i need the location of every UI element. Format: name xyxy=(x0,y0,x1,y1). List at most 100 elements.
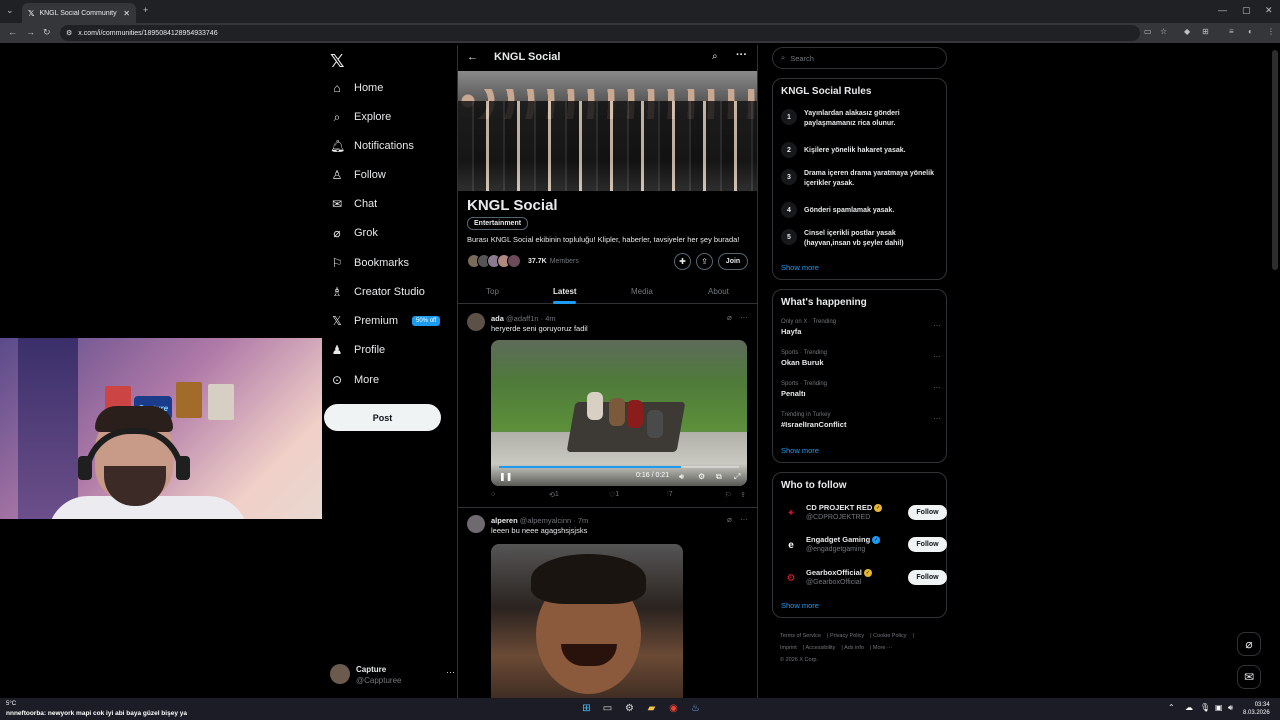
footer-link[interactable]: Accessibility xyxy=(805,645,835,651)
windows-start-icon[interactable]: ⊞ xyxy=(580,702,593,715)
join-button[interactable]: Join xyxy=(718,253,748,270)
cast-icon[interactable]: ▭ xyxy=(1144,27,1152,36)
mic-icon[interactable]: 🎙︎ xyxy=(1200,703,1210,712)
repost-button[interactable]: ⟲ 1 xyxy=(549,491,559,499)
follow-suggestion[interactable]: e Engadget Gaming ✓ @engadgetgaming Follo… xyxy=(781,533,947,557)
profile-icon[interactable]: ◐ xyxy=(1248,27,1253,36)
category-pill[interactable]: Entertainment xyxy=(467,217,529,230)
more-icon[interactable]: ··· xyxy=(933,352,941,361)
task-view-icon[interactable]: ▭ xyxy=(601,702,614,715)
post-item[interactable]: ada @adaff1n · 4m ⌀ ··· heryerde seni go… xyxy=(458,307,757,507)
pip-icon[interactable]: ⧉ xyxy=(716,472,722,482)
footer-link[interactable]: Terms of Service xyxy=(780,633,821,639)
tab-latest[interactable]: Latest xyxy=(553,287,577,296)
nav-creator-studio[interactable]: ♗ Creator Studio xyxy=(330,281,425,303)
nav-more[interactable]: ⊙ More xyxy=(330,369,379,391)
system-clock[interactable]: 03:34 8.03.2026 xyxy=(1243,701,1270,717)
browser-tab[interactable]: 𝕏 KNGL Social Community / X ✕ xyxy=(22,3,136,23)
trend-item[interactable]: Sports · Trending Okan Buruk ··· xyxy=(781,350,941,367)
bookmark-star-icon[interactable]: ☆ xyxy=(1160,27,1167,36)
search-input[interactable]: ⌕ Search xyxy=(772,47,947,69)
grok-icon[interactable]: ⌀ xyxy=(727,515,732,524)
follow-button[interactable]: Follow xyxy=(908,537,947,552)
file-explorer-icon[interactable]: ▰ xyxy=(645,702,658,715)
more-icon[interactable]: ··· xyxy=(933,321,941,330)
post-item[interactable]: alperen @alpemyalcinn · 7m ⌀ ··· leeen b… xyxy=(458,509,757,698)
more-icon[interactable]: ··· xyxy=(740,313,748,322)
bookmark-icon[interactable]: ⚐ xyxy=(725,491,731,499)
url-field[interactable]: ⚙ x.com/i/communities/189508412895493374… xyxy=(60,25,1140,41)
rules-show-more[interactable]: Show more xyxy=(781,263,819,272)
nav-notifications[interactable]: 🔔︎ Notifications xyxy=(330,135,414,157)
footer-link[interactable]: Privacy Policy xyxy=(830,633,864,639)
reading-list-icon[interactable]: ≡ xyxy=(1229,27,1234,36)
tab-about[interactable]: About xyxy=(708,287,729,296)
tab-list-icon[interactable]: ⌄ xyxy=(6,5,14,16)
like-button[interactable]: ♡ 1 xyxy=(609,491,619,499)
share-icon[interactable]: ⇪ xyxy=(740,491,746,499)
pause-icon[interactable]: ❚❚ xyxy=(499,472,512,481)
post-button[interactable]: Post xyxy=(324,404,441,431)
network-icon[interactable]: ▣ xyxy=(1215,703,1223,712)
follow-suggestion[interactable]: ⚙ GearboxOfficial ✓ @GearboxOfficial Foll… xyxy=(781,566,947,590)
nav-follow[interactable]: ♙ Follow xyxy=(330,164,386,186)
x-logo-icon[interactable]: 𝕏 xyxy=(330,51,345,72)
video-progress[interactable] xyxy=(499,466,739,468)
menu-icon[interactable]: ⋮ xyxy=(1267,27,1275,36)
tab-media[interactable]: Media xyxy=(631,287,653,296)
nav-home[interactable]: ⌂ Home xyxy=(330,77,383,99)
nav-bookmarks[interactable]: ⚐ Bookmarks xyxy=(330,252,409,274)
maximize-icon[interactable]: ▢ xyxy=(1242,5,1251,16)
grok-float-icon[interactable]: ⌀ xyxy=(1237,632,1261,656)
nav-grok[interactable]: ⌀ Grok xyxy=(330,222,377,244)
trend-item[interactable]: Only on X · Trending Hayfa ··· xyxy=(781,319,941,336)
minimize-icon[interactable]: — xyxy=(1218,5,1227,15)
reply-icon[interactable]: ○ xyxy=(491,491,495,498)
footer-link[interactable]: Ads info xyxy=(844,645,864,651)
footer-link[interactable]: More ··· xyxy=(873,645,893,651)
grok-icon[interactable]: ⌀ xyxy=(727,313,732,322)
close-tab-icon[interactable]: ✕ xyxy=(123,9,130,18)
wtf-show-more[interactable]: Show more xyxy=(781,601,819,610)
forward-icon[interactable]: → xyxy=(26,27,35,37)
members-count[interactable]: 37.7K Members xyxy=(528,258,579,265)
tab-top[interactable]: Top xyxy=(486,287,499,296)
follow-button[interactable]: Follow xyxy=(908,505,947,520)
weather-widget[interactable]: 5°C xyxy=(6,701,16,707)
more-icon[interactable]: ··· xyxy=(736,49,747,61)
volume-icon[interactable]: 🔊︎ xyxy=(679,472,684,482)
avatar[interactable] xyxy=(467,515,485,533)
settings-icon[interactable]: ⚙ xyxy=(698,472,705,481)
app-icon[interactable]: ⚙ xyxy=(623,702,636,715)
chrome-icon[interactable]: ◉ xyxy=(667,702,680,715)
more-icon[interactable]: ··· xyxy=(740,515,748,524)
nav-profile[interactable]: ♟ Profile xyxy=(330,339,386,361)
post-image[interactable] xyxy=(491,544,683,698)
reload-icon[interactable]: ↻ xyxy=(43,27,51,38)
share-icon[interactable]: ⇪ xyxy=(696,253,713,270)
extension-icon[interactable]: ◆ xyxy=(1184,27,1190,36)
scrollbar[interactable] xyxy=(1272,50,1278,270)
more-icon[interactable]: ··· xyxy=(446,667,455,677)
post-video[interactable]: ❚❚ 0:16 / 0:21 🔊︎ ⚙ ⧉ ⤢ xyxy=(491,340,747,486)
tray-expand-icon[interactable]: ⌃ xyxy=(1168,703,1175,712)
trend-item[interactable]: Sports · Trending Penaltı ··· xyxy=(781,381,941,398)
post-author[interactable]: ada xyxy=(491,314,504,323)
footer-link[interactable]: Imprint xyxy=(780,645,797,651)
fullscreen-icon[interactable]: ⤢ xyxy=(734,472,740,482)
search-icon[interactable]: ⌕ xyxy=(712,51,718,62)
invite-icon[interactable]: ✚ xyxy=(674,253,691,270)
trend-item[interactable]: Trending in Turkey #IsraelIranConflict ··· xyxy=(781,412,941,429)
close-window-icon[interactable]: ✕ xyxy=(1265,5,1273,16)
back-icon[interactable]: ← xyxy=(8,27,17,37)
account-switcher[interactable]: Capture @Cappturee ··· xyxy=(330,662,455,688)
back-arrow-icon[interactable]: ← xyxy=(467,51,478,63)
happening-show-more[interactable]: Show more xyxy=(781,446,819,455)
new-tab-icon[interactable]: + xyxy=(143,5,148,15)
avatar[interactable] xyxy=(467,313,485,331)
volume-icon[interactable]: 🔊︎ xyxy=(1228,703,1233,713)
post-author[interactable]: alperen xyxy=(491,516,518,525)
cloud-icon[interactable]: ☁ xyxy=(1185,703,1193,712)
more-icon[interactable]: ··· xyxy=(933,414,941,423)
nav-explore[interactable]: ⌕ Explore xyxy=(330,106,392,128)
